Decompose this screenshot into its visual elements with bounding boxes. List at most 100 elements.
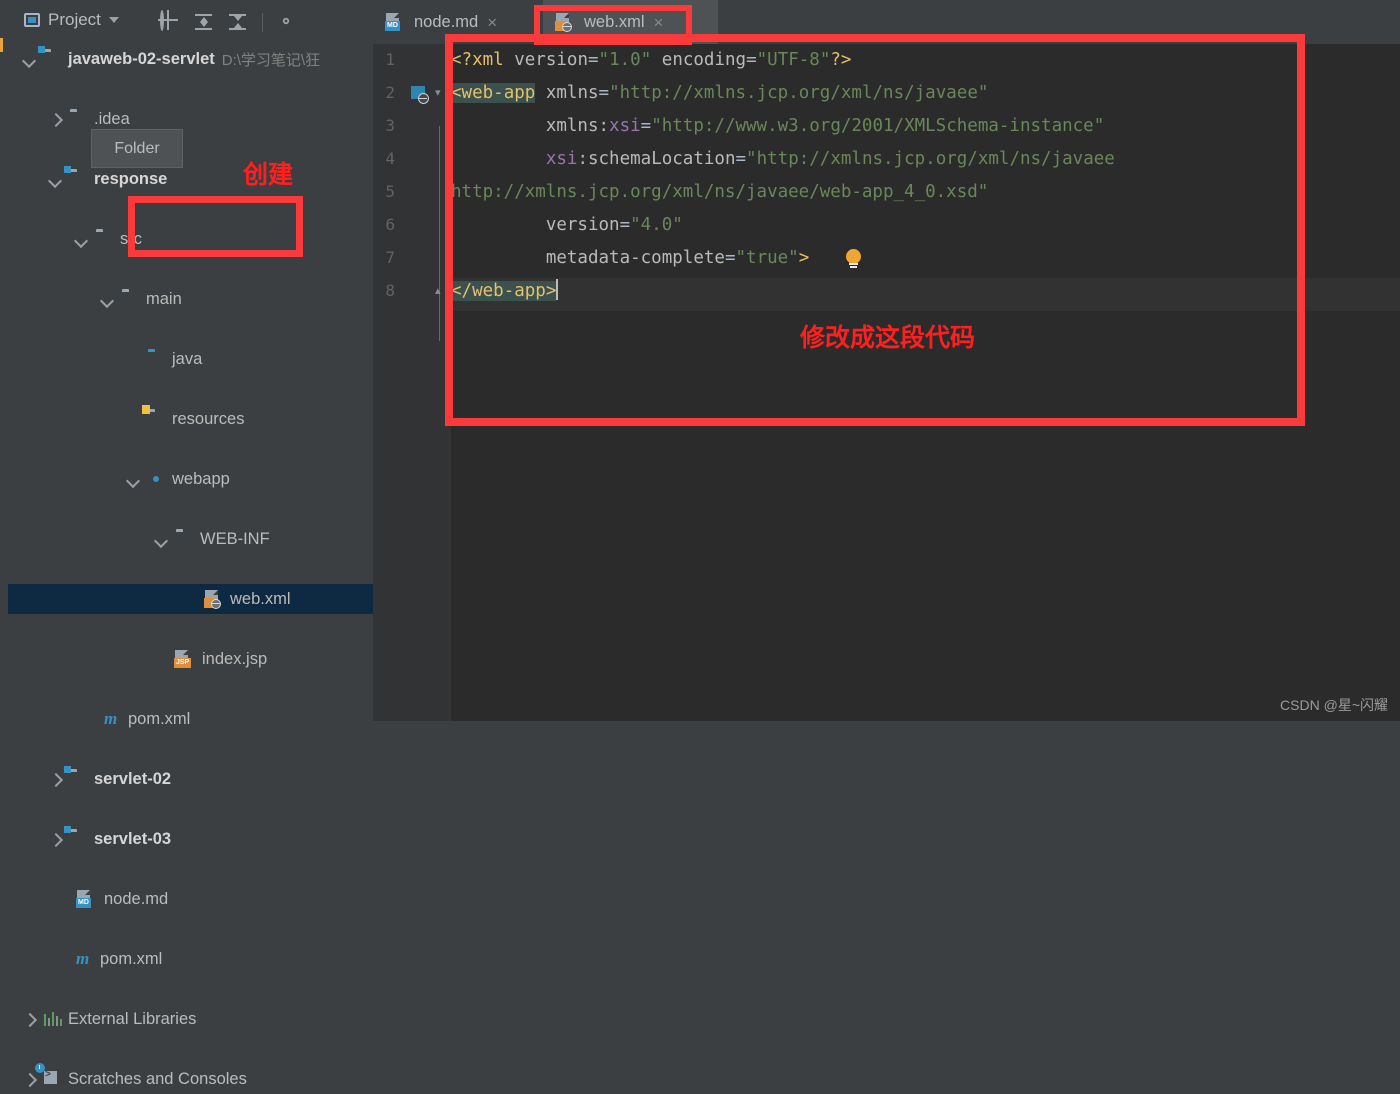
tree-item-label: .idea bbox=[94, 109, 130, 128]
line-number: 2 bbox=[385, 83, 395, 102]
tree-item-label: javaweb-02-servlet bbox=[68, 49, 215, 68]
toolbar-divider bbox=[262, 12, 263, 32]
tree-item-label: web.xml bbox=[230, 589, 291, 608]
md-file-icon: MD bbox=[76, 890, 92, 908]
tree-item-pom-xml-root[interactable]: m pom.xml bbox=[8, 944, 373, 974]
chevron-down-icon[interactable] bbox=[102, 293, 114, 305]
tree-item-java[interactable]: java bbox=[8, 344, 373, 374]
tree-item-webapp[interactable]: webapp bbox=[8, 464, 373, 494]
fold-marker-open-icon[interactable]: ▾ bbox=[435, 86, 441, 99]
tree-item-external-libraries[interactable]: External Libraries bbox=[8, 1004, 373, 1034]
tree-item-index-jsp[interactable]: JSP index.jsp bbox=[8, 644, 373, 674]
chevron-right-icon[interactable] bbox=[50, 113, 62, 125]
project-tool-window: Project javaweb-02-servlet D:\学习笔记\狂 .id… bbox=[8, 0, 373, 1088]
tree-item-node-md[interactable]: MD node.md bbox=[8, 884, 373, 914]
maven-file-icon: m bbox=[76, 949, 90, 968]
hide-icon[interactable] bbox=[311, 12, 331, 32]
project-tree: javaweb-02-servlet D:\学习笔记\狂 .idea respo… bbox=[8, 44, 373, 1088]
source-folder-icon bbox=[148, 351, 166, 367]
scratches-icon bbox=[35, 1063, 62, 1087]
line-number: 8 bbox=[385, 281, 395, 300]
tree-item-response[interactable]: response bbox=[8, 164, 373, 194]
chevron-down-icon[interactable] bbox=[50, 173, 62, 185]
project-view-selector[interactable]: Project bbox=[24, 10, 119, 30]
tree-item-web-inf[interactable]: WEB-INF bbox=[8, 524, 373, 554]
chevron-down-icon[interactable] bbox=[128, 473, 140, 485]
module-folder-icon bbox=[70, 831, 88, 847]
tree-item-label: response bbox=[94, 169, 168, 188]
tree-item-label: pom.xml bbox=[128, 709, 191, 728]
chevron-down-icon[interactable] bbox=[108, 17, 119, 23]
tree-item-label: node.md bbox=[104, 889, 169, 908]
project-icon bbox=[24, 13, 40, 27]
xml-file-icon bbox=[204, 590, 221, 609]
resources-folder-icon bbox=[142, 405, 166, 427]
chevron-down-icon[interactable] bbox=[24, 53, 36, 65]
tree-item-idea[interactable]: .idea bbox=[8, 104, 373, 134]
tree-item-servlet-02[interactable]: servlet-02 bbox=[8, 764, 373, 794]
red-box-java-resources bbox=[128, 196, 303, 257]
idea-window: Project javaweb-02-servlet D:\学习笔记\狂 .id… bbox=[0, 0, 1400, 1088]
chevron-right-icon[interactable] bbox=[24, 1073, 36, 1085]
line-number: 1 bbox=[385, 50, 395, 69]
tree-item-label: pom.xml bbox=[100, 949, 163, 968]
collapse-all-icon[interactable] bbox=[228, 12, 248, 32]
module-folder-icon bbox=[70, 771, 88, 787]
chevron-right-icon[interactable] bbox=[50, 833, 62, 845]
code-fold-region-line bbox=[439, 126, 440, 341]
close-icon[interactable]: × bbox=[487, 14, 497, 31]
md-file-icon: MD bbox=[385, 13, 401, 31]
tree-item-main[interactable]: main bbox=[8, 284, 373, 314]
line-number: 3 bbox=[385, 116, 395, 135]
tree-item-path: D:\学习笔记\狂 bbox=[221, 51, 321, 69]
tree-item-web-xml[interactable]: web.xml bbox=[8, 584, 373, 614]
line-number: 5 bbox=[385, 182, 395, 201]
tree-item-label: Scratches and Consoles bbox=[68, 1069, 247, 1088]
chevron-right-icon[interactable] bbox=[24, 1013, 36, 1025]
red-box-editor-code bbox=[445, 34, 1305, 426]
tree-item-scratches-and-consoles[interactable]: Scratches and Consoles bbox=[8, 1063, 373, 1094]
module-folder-icon bbox=[70, 171, 88, 187]
xml-namespace-icon[interactable] bbox=[411, 86, 429, 104]
line-number: 4 bbox=[385, 149, 395, 168]
project-toolbar: Project bbox=[8, 0, 373, 44]
folder-icon bbox=[96, 231, 114, 247]
tree-item-servlet-03[interactable]: servlet-03 bbox=[8, 824, 373, 854]
annotation-modify: 修改成这段代码 bbox=[800, 323, 976, 352]
folder-icon bbox=[122, 291, 140, 307]
folder-tooltip: Folder bbox=[91, 129, 183, 168]
tab-label: node.md bbox=[414, 12, 479, 31]
tooltip-label: Folder bbox=[114, 139, 160, 157]
tree-item-javaweb-02-servlet[interactable]: javaweb-02-servlet D:\学习笔记\狂 bbox=[8, 44, 373, 74]
tree-item-label: java bbox=[172, 349, 203, 368]
tree-item-label: servlet-03 bbox=[94, 829, 172, 848]
settings-gear-icon[interactable] bbox=[277, 12, 297, 32]
expand-all-icon[interactable] bbox=[194, 12, 214, 32]
tree-item-label: servlet-02 bbox=[94, 769, 172, 788]
module-folder-icon bbox=[44, 51, 62, 67]
project-toolbar-icons bbox=[160, 8, 331, 36]
red-box-web-xml-tab bbox=[534, 5, 692, 45]
folder-icon bbox=[176, 531, 194, 547]
chevron-down-icon[interactable] bbox=[76, 233, 88, 245]
editor-gutter[interactable]: 1 2 3 4 5 6 7 8 ▾ ▴ bbox=[373, 44, 451, 721]
tree-item-label: External Libraries bbox=[68, 1009, 197, 1028]
tree-item-label: webapp bbox=[172, 469, 230, 488]
select-opened-file-icon[interactable] bbox=[160, 10, 180, 32]
watermark: CSDN @星~闪耀 bbox=[1280, 697, 1388, 713]
jsp-file-icon: JSP bbox=[174, 650, 192, 668]
folder-icon bbox=[70, 111, 88, 127]
line-number: 7 bbox=[385, 248, 395, 267]
tree-item-resources[interactable]: resources bbox=[8, 404, 373, 434]
tree-item-label: index.jsp bbox=[202, 649, 268, 668]
line-number: 6 bbox=[385, 215, 395, 234]
chevron-right-icon[interactable] bbox=[50, 773, 62, 785]
left-tool-strip bbox=[0, 0, 8, 721]
fold-marker-end-icon[interactable]: ▴ bbox=[435, 284, 441, 297]
tree-item-label: main bbox=[146, 289, 182, 308]
chevron-down-icon[interactable] bbox=[156, 533, 168, 545]
tree-item-pom-xml-response[interactable]: m pom.xml bbox=[8, 704, 373, 734]
tree-item-label: resources bbox=[172, 409, 245, 428]
web-folder-icon bbox=[148, 471, 166, 487]
annotation-create: 创建 bbox=[243, 160, 294, 189]
